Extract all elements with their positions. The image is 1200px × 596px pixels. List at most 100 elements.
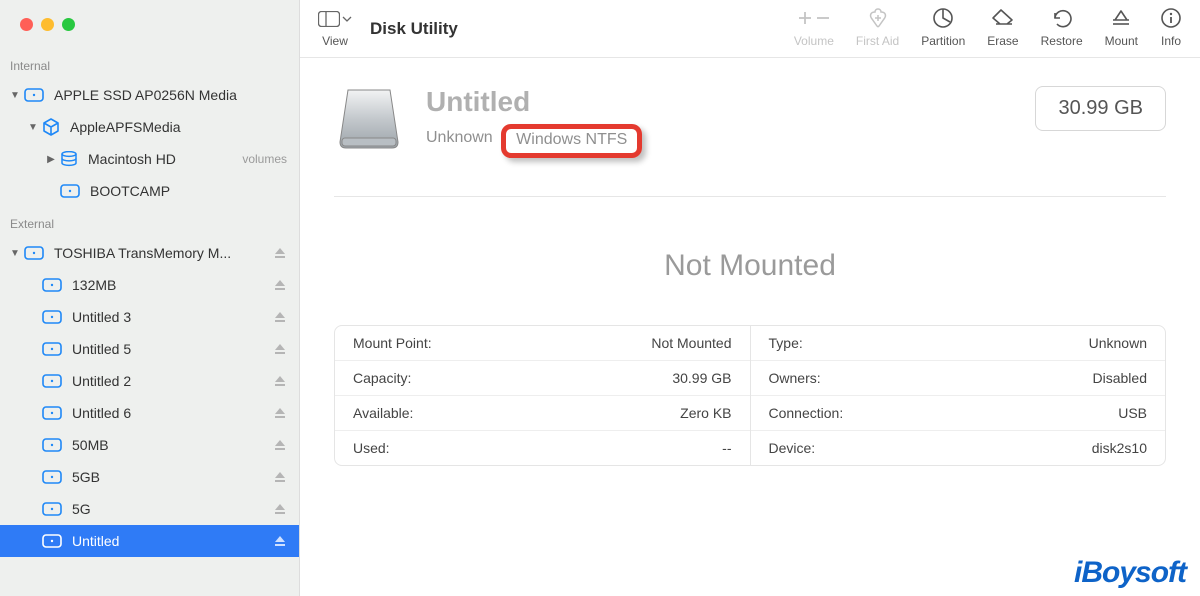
sidebar-item[interactable]: Untitled 3 (0, 301, 299, 333)
detail-key: Owners: (769, 370, 821, 386)
disk-icon (24, 246, 44, 260)
eject-icon[interactable] (273, 438, 287, 452)
detail-key: Capacity: (353, 370, 411, 386)
view-label: View (322, 34, 348, 48)
sidebar-tree-external: ▼ TOSHIBA TransMemory M... 132MBUntitled 3… (0, 237, 299, 557)
disk-icon (42, 406, 62, 420)
disk-icon (42, 374, 62, 388)
detail-value: Zero KB (680, 405, 731, 421)
detail-key: Used: (353, 440, 390, 456)
details-left-column: Mount Point:Not MountedCapacity:30.99 GB… (335, 326, 751, 465)
detail-row: Type: Unknown (751, 326, 1166, 361)
eject-icon[interactable] (273, 374, 287, 388)
detail-row: Connection:USB (751, 396, 1166, 431)
partition-button[interactable]: Partition (921, 6, 965, 48)
sidebar-item[interactable]: ▼ APPLE SSD AP0256N Media (0, 79, 299, 111)
detail-value: 30.99 GB (672, 370, 731, 386)
info-icon (1160, 6, 1182, 30)
sidebar-item[interactable]: 132MB (0, 269, 299, 301)
eject-icon[interactable] (273, 278, 287, 292)
sidebar-item[interactable]: Untitled 6 (0, 397, 299, 429)
sidebar-item-label: Untitled 6 (72, 405, 273, 421)
sidebar-item[interactable]: ▼AppleAPFSMedia (0, 111, 299, 143)
volume-status: Not Mounted (334, 249, 1166, 283)
close-window-button[interactable] (20, 18, 33, 31)
sidebar-section-external: External (0, 207, 299, 237)
chevron-down-icon[interactable]: ▼ (26, 122, 40, 133)
fullscreen-window-button[interactable] (62, 18, 75, 31)
detail-key: Mount Point: (353, 335, 432, 351)
app-title: Disk Utility (370, 19, 458, 39)
eject-icon[interactable] (273, 310, 287, 324)
disk-image-icon (334, 86, 404, 154)
detail-row: Capacity: 30.99 GB (335, 361, 750, 396)
eject-icon[interactable] (273, 342, 287, 356)
erase-button[interactable]: Erase (987, 6, 1018, 48)
sidebar-item[interactable]: Untitled (0, 525, 299, 557)
info-button[interactable]: Info (1160, 6, 1182, 48)
eject-icon[interactable] (273, 406, 287, 420)
eject-icon[interactable] (273, 502, 287, 516)
sidebar-item[interactable]: BOOTCAMP (0, 175, 299, 207)
detail-value: Unknown (1089, 335, 1147, 351)
details-right-column: Type: Unknown Owners:DisabledConnection:US… (751, 326, 1166, 465)
disk-icon (42, 534, 62, 548)
erase-label: Erase (987, 34, 1018, 48)
sidebar-item-label: APPLE SSD AP0256N Media (54, 87, 287, 103)
detail-row: Used: -- (335, 431, 750, 465)
watermark: iBoysoft (1074, 556, 1186, 590)
sidebar-section-internal: Internal (0, 49, 299, 79)
mount-button[interactable]: Mount (1105, 6, 1138, 48)
disk-icon (42, 310, 62, 324)
sidebar-item[interactable]: ▶Macintosh HDvolumes (0, 143, 299, 175)
restore-button[interactable]: Restore (1041, 6, 1083, 48)
chevron-down-icon[interactable]: ▼ (8, 90, 22, 101)
sidebar-item-sublabel: volumes (242, 152, 287, 166)
eject-icon[interactable] (273, 246, 287, 260)
main-panel: View Disk Utility Volume First Aid Partiti… (300, 0, 1200, 596)
disk-icon (24, 88, 44, 102)
chevron-right-icon[interactable]: ▶ (44, 154, 58, 165)
restore-icon (1051, 6, 1073, 30)
volume-stack-icon (60, 151, 78, 167)
chevron-down-icon[interactable]: ▼ (8, 248, 22, 259)
sidebar-item[interactable]: 50MB (0, 429, 299, 461)
view-dropdown[interactable]: View (318, 6, 352, 48)
sidebar-item[interactable]: Untitled 2 (0, 365, 299, 397)
firstaid-button: First Aid (856, 6, 899, 48)
disk-icon (42, 342, 62, 356)
mount-icon (1111, 6, 1131, 30)
detail-row: Owners:Disabled (751, 361, 1166, 396)
disk-icon (42, 438, 62, 452)
mount-label: Mount (1105, 34, 1138, 48)
detail-key: Available: (353, 405, 413, 421)
erase-icon (990, 6, 1016, 30)
volume-format-highlight: Windows NTFS (501, 124, 642, 158)
sidebar-item-label: Untitled (72, 533, 273, 549)
app-window: Internal ▼ APPLE SSD AP0256N Media ▼AppleA… (0, 0, 1200, 596)
volume-header: Untitled Unknown Windows NTFS 30.99 GB (334, 86, 1166, 156)
detail-row: Available: Zero KB (335, 396, 750, 431)
sidebar-item-label: 5G (72, 501, 273, 517)
disk-icon (42, 502, 62, 516)
sidebar-item-label: TOSHIBA TransMemory M... (54, 245, 273, 261)
sidebar-item-label: BOOTCAMP (90, 183, 287, 199)
sidebar-item-label: Untitled 5 (72, 341, 273, 357)
sidebar-item[interactable]: Untitled 5 (0, 333, 299, 365)
sidebar-item[interactable]: ▼ TOSHIBA TransMemory M... (0, 237, 299, 269)
detail-value: -- (722, 440, 731, 456)
firstaid-icon (867, 6, 889, 30)
sidebar-item[interactable]: 5G (0, 493, 299, 525)
sidebar-item[interactable]: 5GB (0, 461, 299, 493)
disk-icon (42, 470, 62, 484)
volume-name: Untitled (426, 86, 642, 118)
minimize-window-button[interactable] (41, 18, 54, 31)
detail-row: Device:disk2s10 (751, 431, 1166, 465)
detail-key: Type: (769, 335, 803, 351)
eject-icon[interactable] (273, 470, 287, 484)
eject-icon[interactable] (273, 534, 287, 548)
volume-icon (798, 6, 830, 30)
volume-label: Volume (794, 34, 834, 48)
window-controls (0, 0, 299, 49)
volume-format: Unknown Windows NTFS (426, 122, 642, 156)
